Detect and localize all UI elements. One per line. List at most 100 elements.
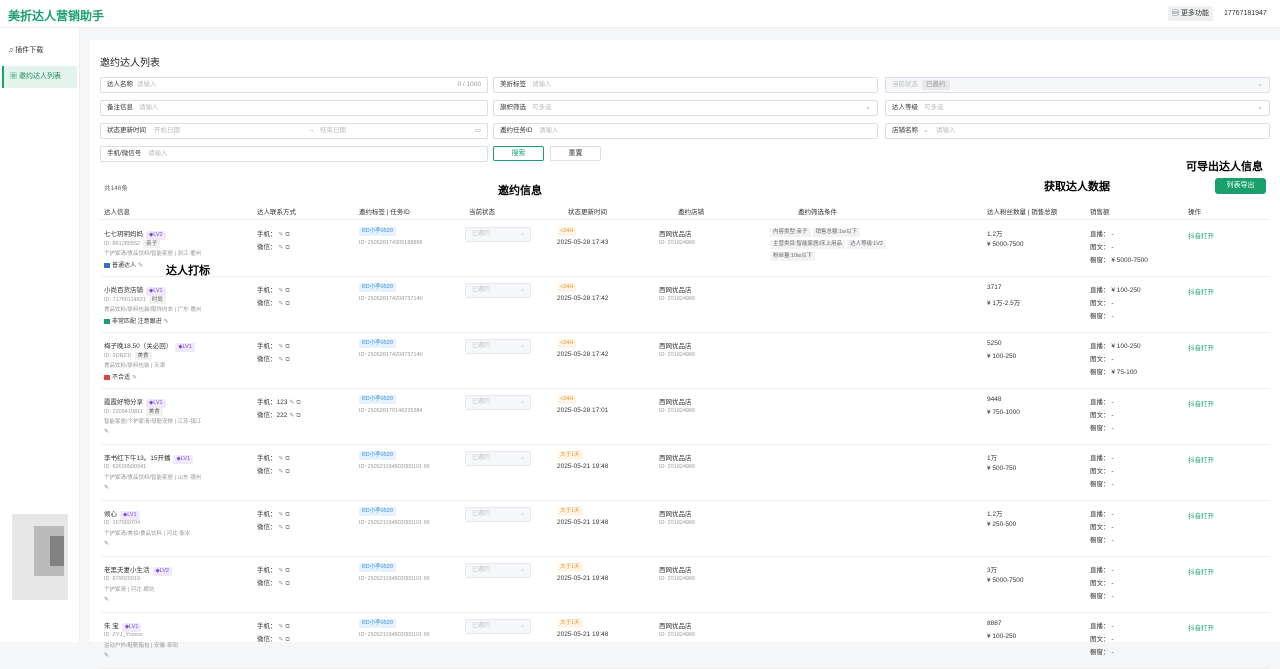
- copy-icon[interactable]: ⧉: [286, 288, 290, 295]
- edit-icon[interactable]: ✎: [279, 287, 284, 294]
- copy-icon[interactable]: ⧉: [286, 456, 290, 463]
- status-select-value: 已邀约: [472, 287, 491, 293]
- copy-icon[interactable]: ⧉: [286, 245, 290, 252]
- edit-icon[interactable]: ✎: [104, 652, 109, 659]
- status-filter[interactable]: 当前状态 已邀约 ⌄: [885, 77, 1270, 93]
- status-select[interactable]: 已邀约 ⌄: [465, 507, 531, 522]
- phone-label: 手机：: [257, 343, 277, 350]
- sales-total: ¥ 100-250: [987, 633, 1017, 640]
- edit-icon[interactable]: ✎: [104, 428, 109, 435]
- edit-icon[interactable]: ✎: [104, 540, 109, 547]
- export-list-button[interactable]: 列表导出: [1215, 178, 1266, 194]
- task-id: ID: 250528174208737140: [359, 296, 423, 302]
- time-range-filter[interactable]: 状态更新时间 开始日期 → 结束日期 ▭: [100, 123, 488, 139]
- status-select[interactable]: 已邀约 ⌄: [465, 283, 531, 298]
- copy-icon[interactable]: ⧉: [286, 568, 290, 575]
- live-sales: ¥ 100-250: [1111, 287, 1141, 294]
- image-sales: -: [1111, 412, 1114, 419]
- user-phone[interactable]: 17767181947: [1224, 7, 1267, 20]
- wechat-label: 微信：: [257, 300, 277, 307]
- edit-icon[interactable]: ✎: [289, 399, 294, 406]
- status-select[interactable]: 已邀约 ⌄: [465, 619, 531, 634]
- open-douyin-link[interactable]: 抖音打开: [1188, 566, 1214, 576]
- name-filter[interactable]: 达人名称 请输入 0 / 1000: [100, 77, 488, 93]
- copy-icon[interactable]: ⧉: [286, 469, 290, 476]
- copy-icon[interactable]: ⧉: [296, 400, 300, 407]
- tag-filter[interactable]: 美折标签 请输入: [493, 77, 878, 93]
- edit-icon[interactable]: ✎: [279, 244, 284, 251]
- edit-icon[interactable]: ✎: [279, 511, 284, 518]
- phone-label: 手机：: [257, 567, 277, 574]
- open-douyin-link[interactable]: 抖音打开: [1188, 286, 1214, 296]
- edit-icon[interactable]: ✎: [279, 343, 284, 350]
- task-id-filter[interactable]: 邀约任务ID 请输入: [493, 123, 878, 139]
- open-douyin-link[interactable]: 抖音打开: [1188, 510, 1214, 520]
- sidebar-item-plugin-download[interactable]: ♫ 插件下载: [2, 40, 77, 62]
- search-button[interactable]: 搜索: [493, 146, 544, 161]
- note-filter[interactable]: 备注信息 请输入: [100, 100, 488, 116]
- edit-icon[interactable]: ✎: [279, 300, 284, 307]
- reset-button[interactable]: 重置: [550, 146, 601, 161]
- copy-icon[interactable]: ⧉: [286, 581, 290, 588]
- live-label: 直播：: [1090, 455, 1110, 462]
- edit-icon[interactable]: ✎: [164, 318, 169, 325]
- flag-filter[interactable]: 旗帜筛选 可多选 ⌄: [493, 100, 878, 116]
- open-douyin-link[interactable]: 抖音打开: [1188, 454, 1214, 464]
- more-features-button[interactable]: ▤ 更多功能: [1168, 6, 1213, 21]
- copy-icon[interactable]: ⧉: [286, 637, 290, 644]
- level-badge: ◆LV2: [152, 567, 173, 576]
- edit-icon[interactable]: ✎: [279, 468, 284, 475]
- status-age-badge: 大于1天: [557, 563, 583, 572]
- creator-id: ID: 861286552: [104, 241, 141, 247]
- creator-id: ID: 62609500941: [104, 464, 147, 470]
- shop-filter[interactable]: 店铺名称 ⌄ 请输入: [885, 123, 1270, 139]
- window-sales: -: [1111, 481, 1114, 488]
- sidebar-item-invite-list[interactable]: ▦ 邀约达人列表: [2, 66, 77, 88]
- edit-icon[interactable]: ✎: [104, 596, 109, 603]
- copy-icon[interactable]: ⧉: [286, 525, 290, 532]
- edit-icon[interactable]: ✎: [279, 580, 284, 587]
- filter-placeholder: 请输入: [137, 81, 157, 88]
- status-select[interactable]: 已邀约 ⌄: [465, 227, 531, 242]
- category-tag: 亲子: [143, 240, 161, 248]
- copy-icon[interactable]: ⧉: [286, 357, 290, 364]
- copy-icon[interactable]: ⧉: [286, 232, 290, 239]
- edit-icon[interactable]: ✎: [279, 567, 284, 574]
- status-select[interactable]: 已邀约 ⌄: [465, 339, 531, 354]
- open-douyin-link[interactable]: 抖音打开: [1188, 622, 1214, 632]
- status-select[interactable]: 已邀约 ⌄: [465, 395, 531, 410]
- edit-icon[interactable]: ✎: [279, 455, 284, 462]
- copy-icon[interactable]: ⧉: [286, 344, 290, 351]
- edit-icon[interactable]: ✎: [289, 412, 294, 419]
- fans-count: 1万: [987, 455, 998, 462]
- edit-icon[interactable]: ✎: [279, 623, 284, 630]
- filter-label: 达人等级: [892, 104, 918, 111]
- level-badge: ◆LV2: [146, 231, 166, 240]
- start-date-input[interactable]: 开始日期: [154, 124, 180, 138]
- end-date-input[interactable]: 结束日期: [320, 124, 346, 138]
- phone-label: 手机：: [257, 455, 277, 462]
- copy-icon[interactable]: ⧉: [286, 624, 290, 631]
- status-select[interactable]: 已邀约 ⌄: [465, 563, 531, 578]
- status-select[interactable]: 已邀约 ⌄: [465, 451, 531, 466]
- copy-icon[interactable]: ⧉: [286, 512, 290, 519]
- edit-icon[interactable]: ✎: [279, 231, 284, 238]
- edit-icon[interactable]: ✎: [104, 484, 109, 491]
- live-sales: -: [1111, 231, 1114, 238]
- level-filter[interactable]: 达人等级 可多选 ⌄: [885, 100, 1270, 116]
- edit-icon[interactable]: ✎: [279, 356, 284, 363]
- copy-icon[interactable]: ⧉: [286, 301, 290, 308]
- task-id: ID: 250521194802000101 66: [359, 520, 430, 526]
- edit-icon[interactable]: ✎: [279, 524, 284, 531]
- open-douyin-link[interactable]: 抖音打开: [1188, 398, 1214, 408]
- wechat-label: 微信：: [257, 412, 277, 419]
- sales-total: ¥ 5000-7500: [987, 577, 1024, 584]
- open-douyin-link[interactable]: 抖音打开: [1188, 342, 1214, 352]
- contact-filter[interactable]: 手机/微信号 请输入: [100, 146, 488, 162]
- open-douyin-link[interactable]: 抖音打开: [1188, 230, 1214, 240]
- page-title: 邀约达人列表: [100, 58, 160, 69]
- copy-icon[interactable]: ⧉: [296, 413, 300, 420]
- status-select-value: 已邀约: [472, 231, 491, 237]
- edit-icon[interactable]: ✎: [132, 374, 137, 381]
- edit-icon[interactable]: ✎: [138, 262, 143, 269]
